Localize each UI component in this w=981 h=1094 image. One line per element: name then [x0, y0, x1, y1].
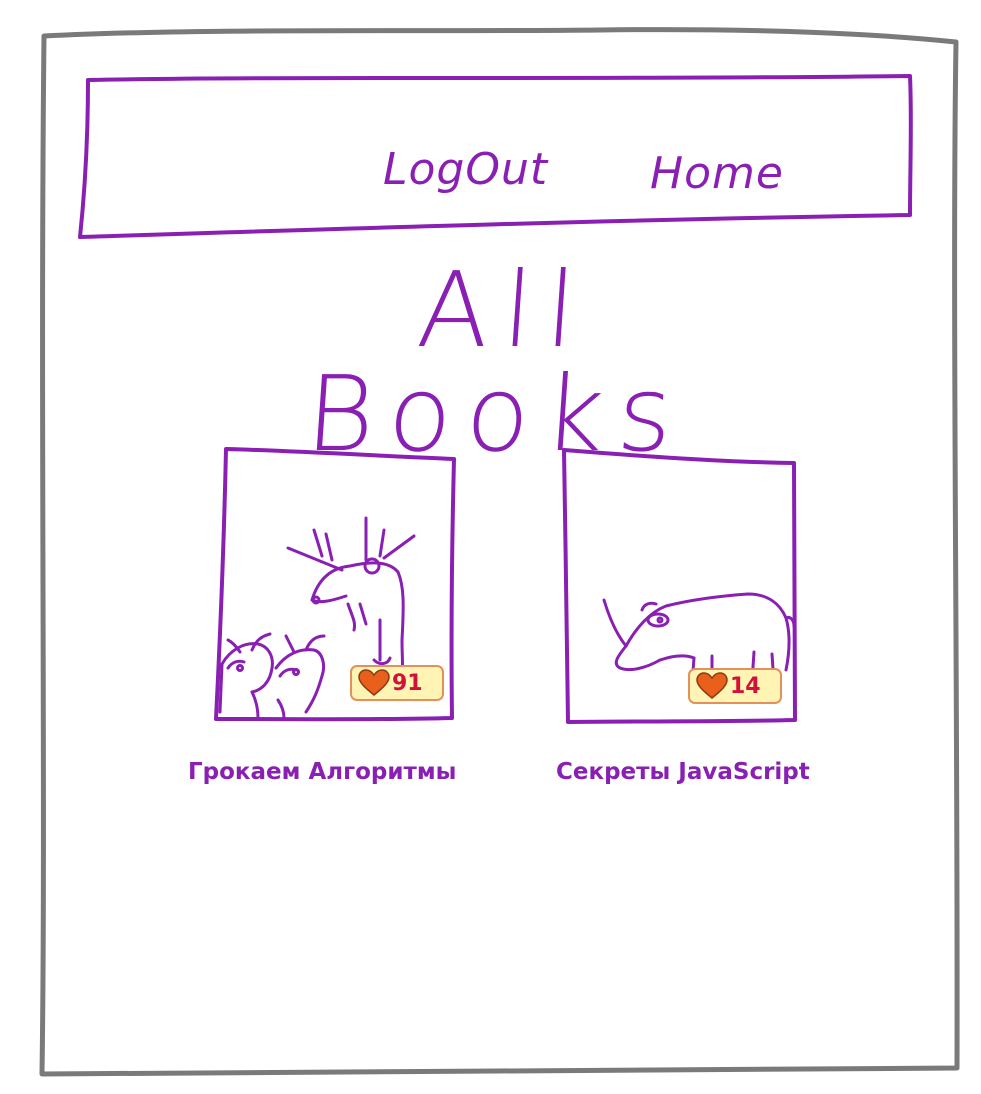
- likes-badge-book-1[interactable]: 91: [350, 665, 444, 701]
- likes-count: 91: [392, 670, 423, 696]
- home-link[interactable]: Home: [650, 152, 784, 196]
- book-title-link[interactable]: Секреты JavaScript: [556, 761, 810, 784]
- heart-icon: [358, 669, 390, 696]
- heart-icon: [696, 672, 728, 699]
- likes-badge-book-2[interactable]: 14: [688, 668, 782, 704]
- logout-link[interactable]: LogOut: [383, 148, 548, 192]
- page-title: All Books: [302, 249, 691, 475]
- book-title-link[interactable]: Грокаем Алгоритмы: [188, 761, 456, 784]
- wireframe-page: LogOut Home All Books 91 14 Грокаем Алго…: [0, 0, 981, 1094]
- likes-count: 14: [730, 673, 761, 699]
